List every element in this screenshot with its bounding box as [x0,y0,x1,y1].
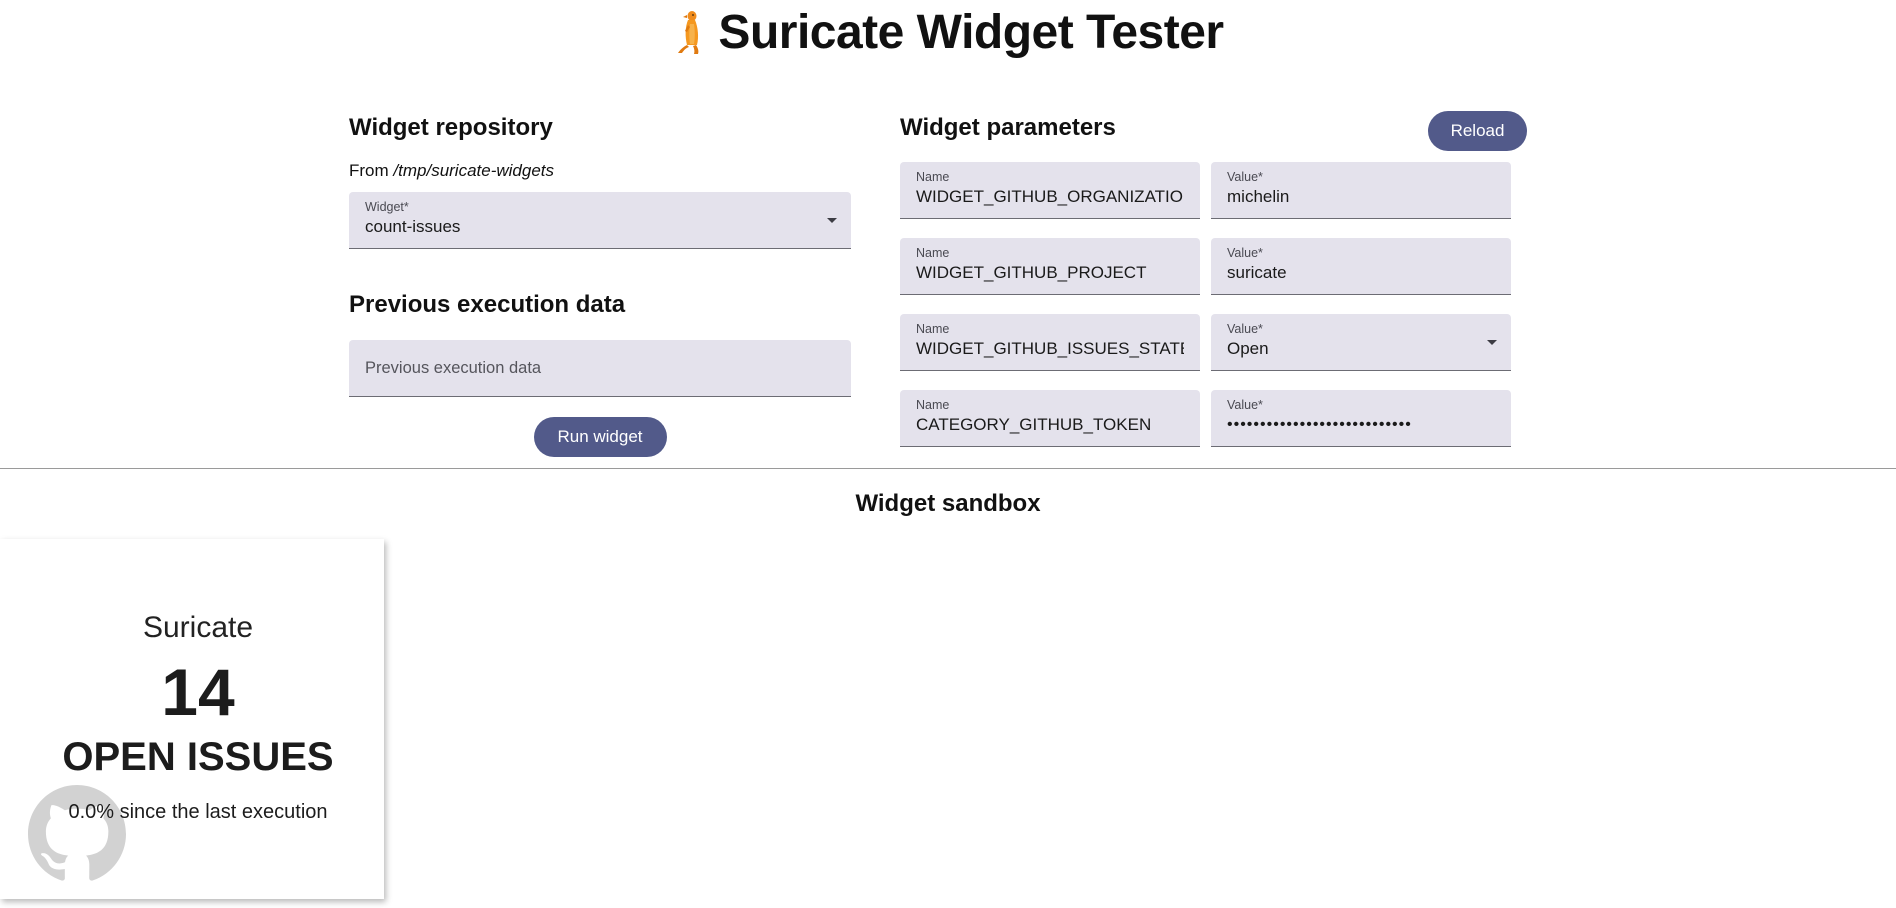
parameter-list: Name WIDGET_GITHUB_ORGANIZATION Value* m… [900,162,1528,447]
parameter-name-field[interactable]: Name WIDGET_GITHUB_ORGANIZATION [900,162,1200,219]
issue-count: 14 [161,655,235,729]
token-password-field[interactable]: Value* •••••••••••••••••••••••••••• [1211,390,1511,447]
chevron-down-icon [1487,340,1497,345]
name-label: Name [916,322,950,336]
parameter-name-field[interactable]: Name WIDGET_GITHUB_PROJECT [900,238,1200,295]
widget-select-label: Widget* [365,200,409,214]
app-header: Suricate Widget Tester [0,0,1896,64]
parameter-name: WIDGET_GITHUB_PROJECT [916,263,1147,282]
name-label: Name [916,170,950,184]
value-label: Value* [1227,398,1263,412]
repository-heading: Widget repository [349,114,553,141]
parameter-value: michelin [1227,187,1290,206]
issues-state-select[interactable]: Value* Open [1211,314,1511,371]
parameter-name: WIDGET_GITHUB_ISSUES_STATE [916,339,1184,358]
parameter-name: CATEGORY_GITHUB_TOKEN [916,415,1152,434]
widget-card: Suricate 14 OPEN ISSUES 0.0% since the l… [0,539,384,899]
previous-execution-heading: Previous execution data [349,291,626,318]
parameter-value: •••••••••••••••••••••••••••• [1227,416,1412,433]
widget-select-value: count-issues [365,217,461,236]
chevron-down-icon [827,218,837,223]
run-widget-button[interactable]: Run widget [533,417,667,457]
previous-execution-input[interactable]: Previous execution data [349,340,851,397]
section-divider [0,468,1896,469]
value-label: Value* [1227,322,1263,336]
name-label: Name [916,246,950,260]
github-icon [28,785,126,881]
sandbox-heading: Widget sandbox [855,490,1041,517]
parameter-value: Open [1227,339,1269,358]
parameter-row: Name WIDGET_GITHUB_ISSUES_STATE Value* O… [900,314,1528,371]
repository-path: /tmp/suricate-widgets [393,161,555,180]
parameter-value-field[interactable]: Value* michelin [1211,162,1511,219]
parameter-value: suricate [1227,263,1287,282]
name-label: Name [916,398,950,412]
parameter-name-field[interactable]: Name CATEGORY_GITHUB_TOKEN [900,390,1200,447]
repository-panel: Widget repository From /tmp/suricate-wid… [349,108,851,457]
parameter-name: WIDGET_GITHUB_ORGANIZATION [916,187,1184,206]
repository-source: From /tmp/suricate-widgets [349,160,851,182]
parameter-value-field[interactable]: Value* suricate [1211,238,1511,295]
parameter-row: Name WIDGET_GITHUB_ORGANIZATION Value* m… [900,162,1528,219]
value-label: Value* [1227,170,1263,184]
trend-text: 0.0% since the last execution [68,801,328,823]
parameter-row: Name CATEGORY_GITHUB_TOKEN Value* ••••••… [900,390,1528,447]
reload-button[interactable]: Reload [1428,111,1527,151]
from-label: From [349,161,389,180]
card-title: Suricate [142,611,254,644]
previous-execution-placeholder: Previous execution data [365,359,542,377]
parameters-panel: Widget parameters Reload Name WIDGET_GIT… [900,108,1528,466]
parameter-row: Name WIDGET_GITHUB_PROJECT Value* surica… [900,238,1528,295]
widget-select[interactable]: Widget* count-issues [349,192,851,249]
app-title: Suricate Widget Tester [718,5,1224,59]
value-label: Value* [1227,246,1263,260]
meerkat-icon [678,11,699,54]
parameter-name-field[interactable]: Name WIDGET_GITHUB_ISSUES_STATE [900,314,1200,371]
issue-label: OPEN ISSUES [62,735,334,779]
